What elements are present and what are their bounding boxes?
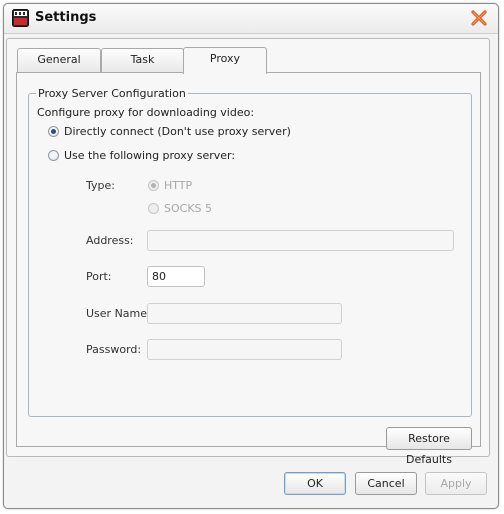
ok-button[interactable]: OK [284,472,346,495]
tab-task[interactable]: Task [101,48,184,72]
direct-connect-radio[interactable] [48,126,59,137]
port-input[interactable] [147,266,205,287]
port-label: Port: [86,270,112,283]
title-bar: Settings [4,4,498,34]
window-title: Settings [35,10,97,25]
password-label: Password: [86,343,142,356]
username-input[interactable] [147,303,342,324]
tab-proxy[interactable]: Proxy [183,47,267,74]
socks5-label: SOCKS 5 [164,202,213,215]
use-proxy-radio[interactable] [48,150,59,161]
http-radio[interactable] [148,180,159,191]
tab-label: General [37,53,81,66]
password-input[interactable] [147,339,342,360]
username-label: User Name: [86,307,151,320]
cancel-button[interactable]: Cancel [355,472,417,495]
tab-label: Task [130,53,155,66]
use-proxy-label[interactable]: Use the following proxy server: [64,149,235,162]
tab-label: Proxy [209,52,241,65]
restore-defaults-button[interactable]: Restore Defaults [386,427,472,466]
address-input[interactable] [147,230,454,251]
type-label: Type: [86,179,115,192]
proxy-groupbox [28,93,472,417]
apply-button[interactable]: Apply [425,472,487,495]
tab-general[interactable]: General [17,48,101,72]
direct-connect-label[interactable]: Directly connect (Don't use proxy server… [64,125,291,138]
proxy-prompt: Configure proxy for downloading video: [37,106,255,119]
socks5-radio[interactable] [148,203,159,214]
group-title: Proxy Server Configuration [36,87,188,100]
address-label: Address: [86,234,134,247]
http-label: HTTP [164,179,193,192]
video-download-icon [12,9,29,27]
close-icon[interactable] [469,8,489,28]
